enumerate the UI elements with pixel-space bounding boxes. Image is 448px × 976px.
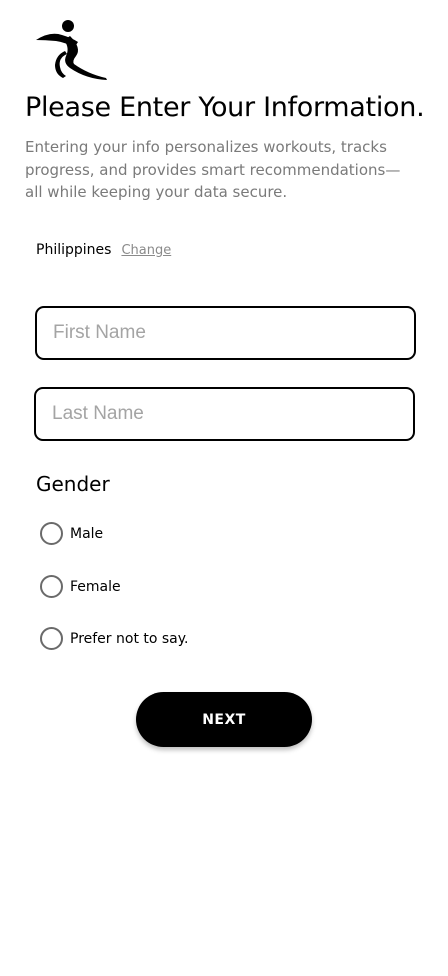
running-figure-icon xyxy=(36,20,107,80)
radio-label: Male xyxy=(70,525,104,542)
country-name: Philippines xyxy=(36,242,112,258)
country-row: Philippines Change xyxy=(36,242,171,258)
next-button[interactable]: NEXT xyxy=(136,692,312,747)
first-name-input[interactable] xyxy=(35,306,416,360)
page-title: Please Enter Your Information. xyxy=(25,92,425,123)
radio-label: Prefer not to say. xyxy=(70,630,189,647)
last-name-input[interactable] xyxy=(34,387,415,441)
radio-button[interactable] xyxy=(40,627,63,650)
radio-label: Female xyxy=(70,578,121,595)
radio-button[interactable] xyxy=(40,522,63,545)
gender-option-female[interactable]: Female xyxy=(40,575,121,598)
gender-option-prefer-not-to-say[interactable]: Prefer not to say. xyxy=(40,627,189,650)
page-subtitle: Entering your info personalizes workouts… xyxy=(25,138,401,201)
gender-option-male[interactable]: Male xyxy=(40,522,103,545)
radio-button[interactable] xyxy=(40,575,63,598)
gender-heading: Gender xyxy=(36,472,110,496)
change-country-link[interactable]: Change xyxy=(121,243,171,258)
